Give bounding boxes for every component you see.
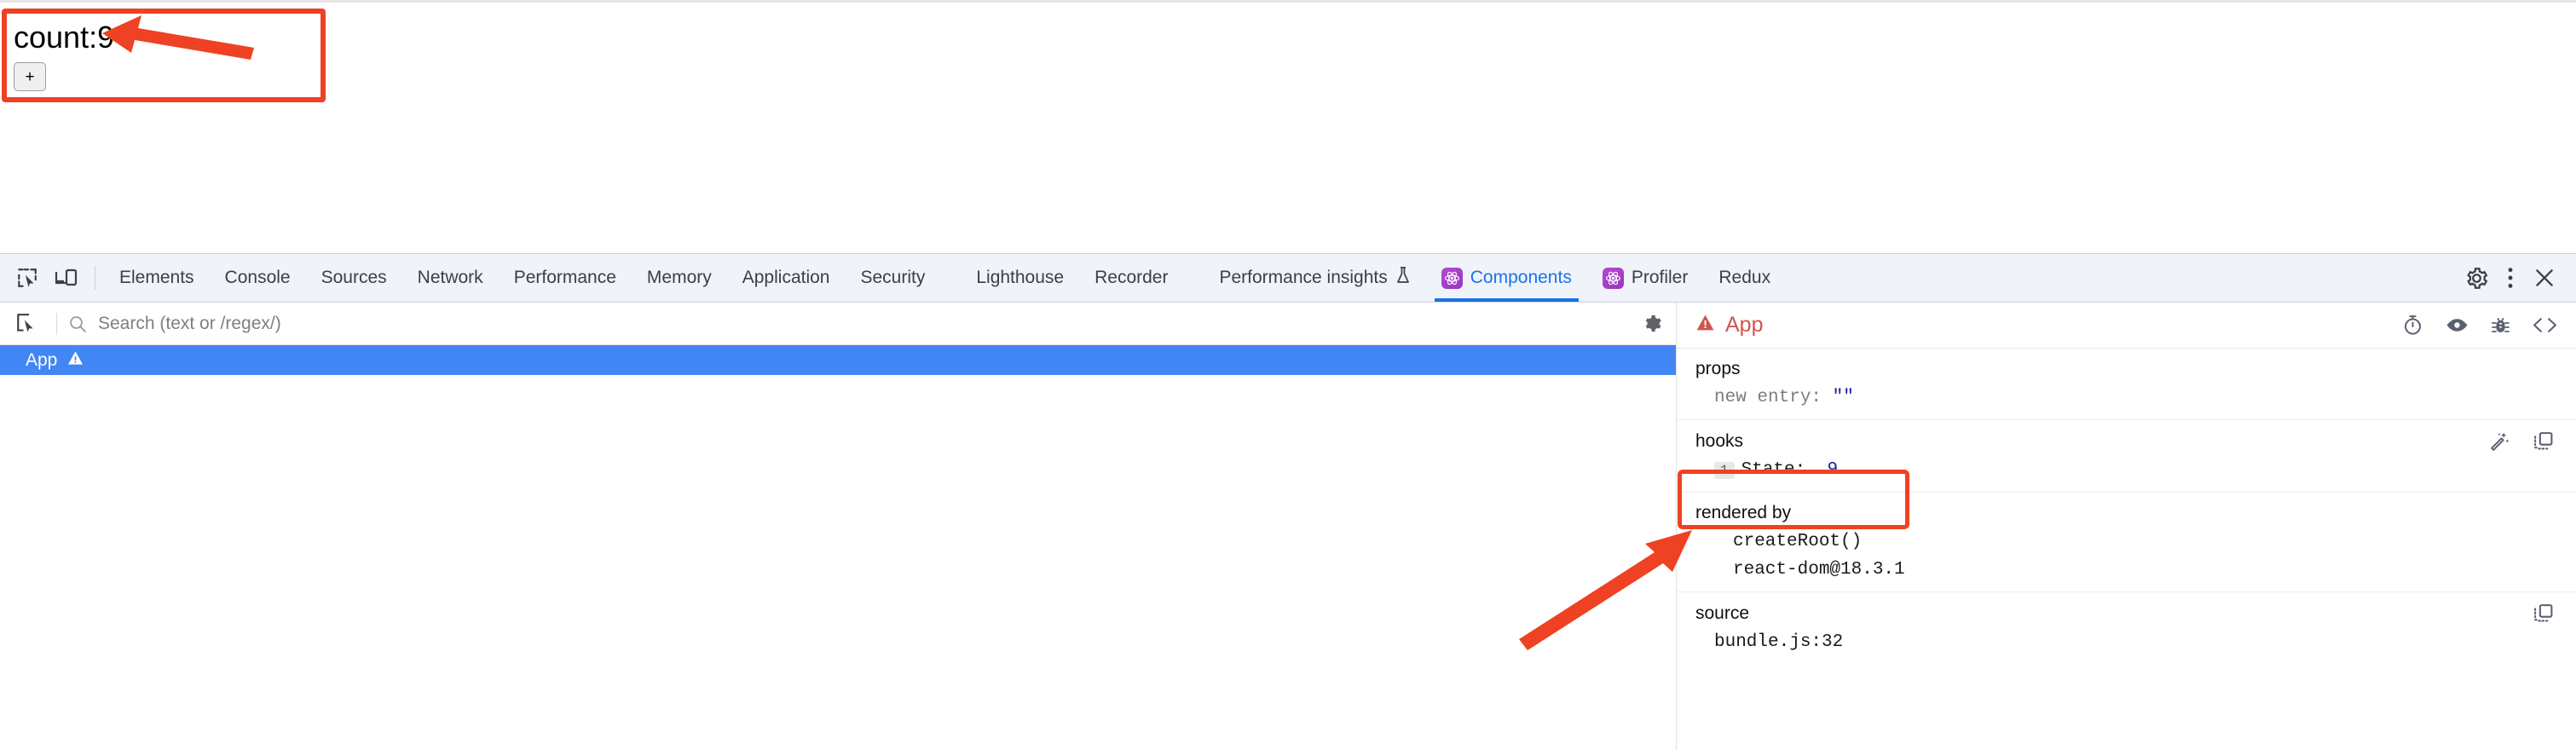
tab-application[interactable]: Application [727, 254, 846, 302]
tab-label: Network [417, 268, 483, 287]
inspector-header: App [1677, 303, 2576, 349]
component-tree: App [0, 345, 1676, 750]
tab-label: Recorder [1095, 268, 1169, 287]
rendered-by-entry[interactable]: createRoot() [1695, 532, 2576, 551]
section-hooks: hooks 1 State: 9 [1677, 420, 2576, 493]
tab-recorder[interactable]: Recorder [1079, 254, 1183, 302]
tab-console[interactable]: Console [210, 254, 306, 302]
warning-triangle-icon [67, 350, 84, 371]
tab-performance-insights[interactable]: Performance insights [1204, 254, 1425, 302]
magic-wand-icon[interactable] [2489, 430, 2510, 452]
source-location[interactable]: bundle.js:32 [1695, 632, 2576, 652]
components-tree-pane: App [0, 303, 1677, 750]
component-inspector-pane: App props new entry: "" hooks 1 State: 9… [1677, 303, 2576, 750]
tab-redux[interactable]: Redux [1703, 254, 1786, 302]
search-input[interactable] [98, 313, 1628, 334]
tree-item-app[interactable]: App [0, 345, 1676, 375]
hook-index-badge: 1 [1714, 462, 1735, 479]
section-title: hooks [1695, 430, 1744, 451]
close-icon[interactable] [2525, 267, 2564, 289]
tab-label: Redux [1718, 268, 1771, 287]
section-rendered-by: rendered by createRoot() react-dom@18.3.… [1677, 493, 2576, 592]
react-icon [1441, 267, 1463, 289]
section-title: source [1695, 603, 1750, 623]
devtools-panes: App [0, 303, 2576, 750]
devtools-window: Elements Console Sources Network Perform… [0, 253, 2576, 750]
section-title-row: source [1695, 603, 2576, 624]
timer-icon[interactable] [2402, 314, 2423, 336]
hooks-actions [2489, 430, 2576, 452]
flask-icon [1395, 266, 1411, 290]
tab-elements[interactable]: Elements [104, 254, 210, 302]
gear-icon[interactable] [2457, 267, 2496, 290]
source-actions [2533, 603, 2576, 624]
warning-triangle-icon [1695, 313, 1715, 338]
select-component-icon[interactable] [7, 313, 46, 335]
tab-label: Security [860, 268, 926, 287]
hook-row[interactable]: 1 State: 9 [1695, 460, 2576, 480]
tab-label: Memory [646, 268, 712, 287]
kebab-menu-icon[interactable] [2496, 266, 2525, 290]
bug-icon[interactable] [2491, 315, 2510, 336]
copy-icon[interactable] [2533, 603, 2554, 624]
search-icon [67, 314, 88, 334]
prop-value: "" [1832, 388, 1854, 407]
prop-key: new entry: [1714, 388, 1822, 407]
section-title-row: hooks [1695, 430, 2576, 452]
component-name: App [1725, 313, 1764, 337]
eye-icon[interactable] [2446, 316, 2469, 334]
tab-memory[interactable]: Memory [632, 254, 727, 302]
inspect-element-icon[interactable] [8, 254, 47, 302]
tab-label: Profiler [1631, 268, 1689, 287]
hook-value: 9 [1827, 460, 1839, 480]
screenshot-root: count:9 + Elements Console Sources Netwo… [0, 0, 2576, 750]
components-search-bar [0, 303, 1676, 345]
tab-label: Performance [513, 268, 616, 287]
browser-page-viewport: count:9 + [0, 0, 2576, 253]
tab-sources[interactable]: Sources [306, 254, 402, 302]
section-title: props [1695, 359, 1741, 378]
hook-key: State: [1741, 460, 1806, 480]
inspector-actions [2402, 314, 2557, 336]
tab-network[interactable]: Network [402, 254, 499, 302]
section-title: rendered by [1695, 503, 1792, 522]
tab-components[interactable]: Components [1426, 254, 1587, 302]
inspected-component-title: App [1695, 313, 1763, 338]
tab-label: Performance insights [1219, 268, 1388, 287]
devtools-tabstrip: Elements Console Sources Network Perform… [0, 254, 2576, 303]
copy-icon[interactable] [2533, 430, 2554, 452]
components-settings-gear-icon[interactable] [1628, 313, 1676, 334]
rendered-by-entry[interactable]: react-dom@18.3.1 [1695, 560, 2576, 580]
code-brackets-icon[interactable] [2533, 316, 2557, 334]
increment-button[interactable]: + [14, 62, 46, 91]
tab-lighthouse[interactable]: Lighthouse [961, 254, 1079, 302]
tab-performance[interactable]: Performance [499, 254, 632, 302]
tab-security[interactable]: Security [845, 254, 940, 302]
inspector-body: props new entry: "" hooks 1 State: 9 ren… [1677, 349, 2576, 750]
tab-label: Sources [321, 268, 387, 287]
tab-label: Components [1470, 268, 1572, 287]
tab-label: Console [224, 268, 291, 287]
tab-label: Lighthouse [976, 268, 1065, 287]
search-divider [56, 312, 57, 335]
device-toolbar-icon[interactable] [47, 254, 86, 302]
tab-label: Application [742, 268, 830, 287]
tree-item-label: App [26, 349, 58, 370]
section-source: source bundle.js:32 [1677, 592, 2576, 664]
react-icon [1602, 267, 1624, 289]
tab-label: Elements [119, 268, 194, 287]
devtools-window-actions [2432, 254, 2576, 302]
prop-row[interactable]: new entry: "" [1695, 388, 2576, 407]
count-display: count:9 [14, 20, 115, 55]
section-props: props new entry: "" [1677, 349, 2576, 420]
devtools-tab-list: Elements Console Sources Network Perform… [104, 254, 2432, 302]
tab-profiler[interactable]: Profiler [1587, 254, 1704, 302]
